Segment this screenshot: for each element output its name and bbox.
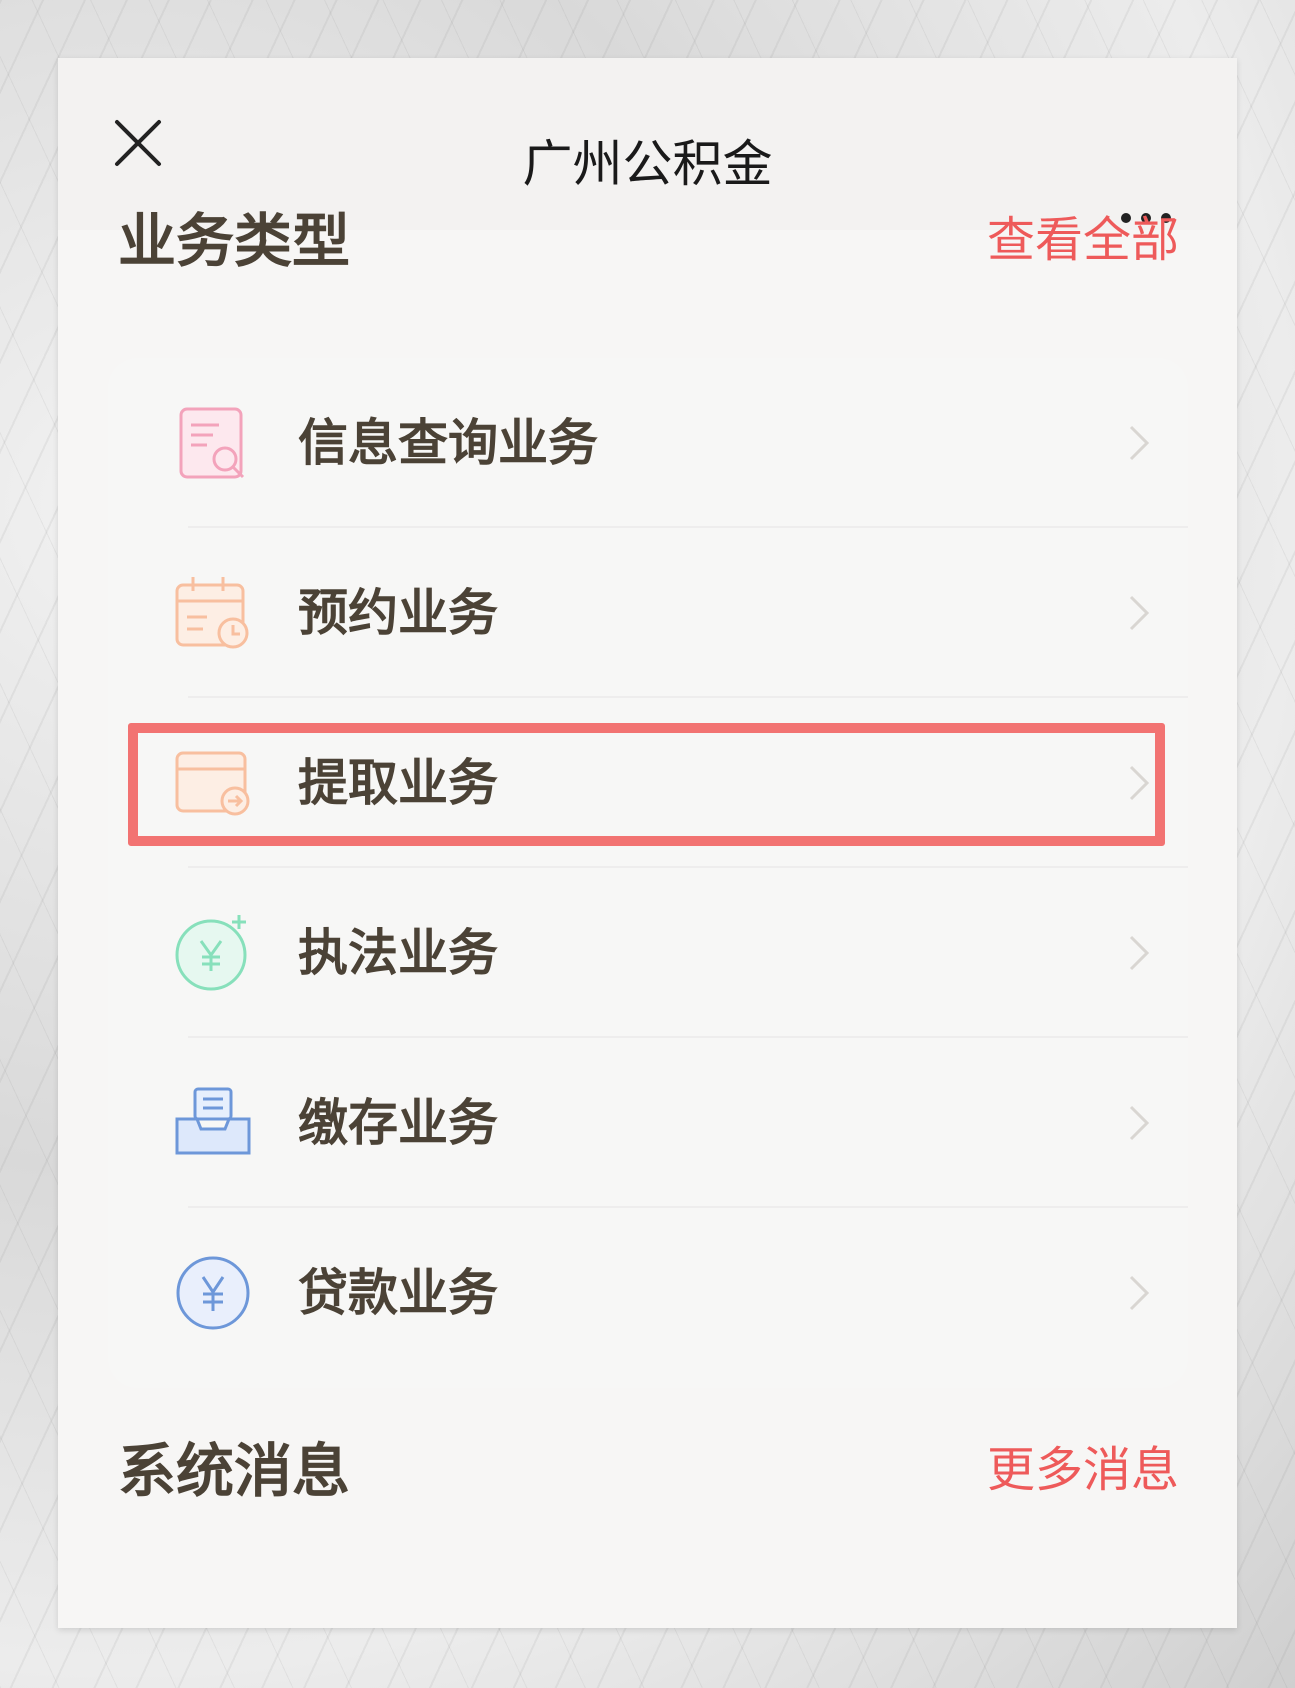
list-item-label: 执法业务 [298, 924, 498, 982]
business-section-title: 业务类型 [118, 207, 351, 275]
list-item-info-query[interactable]: 信息查询业务 [148, 358, 1188, 528]
list-item-label: 贷款业务 [298, 1264, 498, 1322]
list-item-label: 预约业务 [298, 584, 498, 642]
chevron-right-icon [1129, 595, 1150, 631]
messages-section-title: 系统消息 [118, 1437, 351, 1505]
highlight-box [128, 723, 1165, 846]
calendar-clock-icon [175, 577, 249, 649]
document-search-icon [179, 407, 245, 479]
yuan-sparkle-icon [175, 915, 247, 991]
app-window: 广州公积金 业务类型 查看全部 信息查询业务 预约业务 提取业务 执法业务 缴存… [58, 58, 1237, 1628]
chevron-right-icon [1129, 425, 1150, 461]
chevron-right-icon [1129, 1275, 1150, 1311]
business-list: 信息查询业务 预约业务 提取业务 执法业务 缴存业务 贷款业务 [108, 358, 1188, 1388]
list-item-enforcement[interactable]: 执法业务 [148, 868, 1188, 1038]
chevron-right-icon [1129, 1105, 1150, 1141]
more-messages-link[interactable]: 更多消息 [987, 1440, 1179, 1500]
list-item-label: 信息查询业务 [298, 414, 598, 472]
yuan-circle-icon [176, 1256, 250, 1330]
page-title: 广州公积金 [522, 135, 773, 193]
chevron-right-icon [1129, 935, 1150, 971]
view-all-link[interactable]: 查看全部 [987, 210, 1179, 270]
list-item-deposit[interactable]: 缴存业务 [148, 1038, 1188, 1208]
list-item-label: 缴存业务 [298, 1094, 498, 1152]
top-nav-bar: 广州公积金 [58, 58, 1237, 230]
list-item-loan[interactable]: 贷款业务 [148, 1208, 1188, 1378]
list-item-appointment[interactable]: 预约业务 [148, 528, 1188, 698]
inbox-tray-icon [175, 1087, 251, 1155]
